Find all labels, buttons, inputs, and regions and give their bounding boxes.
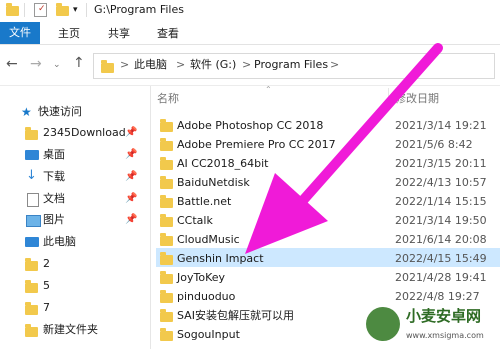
annotation-arrow	[245, 43, 443, 254]
arrow-shaft	[293, 43, 443, 211]
watermark-text: 小麦安卓网	[406, 307, 482, 325]
watermark-url: www.xmsigma.com	[406, 331, 484, 340]
watermark: 小麦安卓网 www.xmsigma.com	[366, 303, 496, 347]
watermark-logo-icon	[366, 307, 400, 341]
